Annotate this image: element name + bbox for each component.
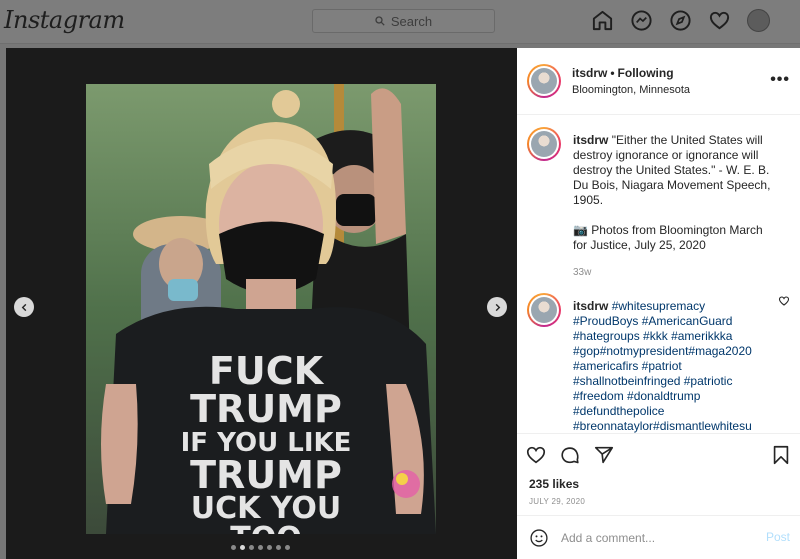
carousel-dot [285, 545, 290, 550]
post-date[interactable]: JULY 29, 2020 [529, 497, 585, 506]
post-details-panel: itsdrw • Following Bloomington, Minnesota … [517, 48, 800, 559]
like-comment-heart-icon[interactable] [778, 295, 790, 307]
comment-username[interactable]: itsdrw [573, 299, 608, 313]
shirt-line: TOO [156, 524, 376, 535]
shirt-line: FUCK [208, 349, 324, 393]
shirt-text: FUCK TRUMP IF YOU LIKE TRUMP UCK YOU TOO [156, 352, 376, 534]
next-arrow-button[interactable] [487, 297, 507, 317]
carousel-dot [231, 545, 236, 550]
profile-avatar[interactable] [747, 9, 770, 32]
comment-hashtags[interactable]: #whitesupremacy #ProudBoys #AmericanGuar… [573, 299, 752, 433]
explore-icon[interactable] [669, 9, 692, 32]
caption-age[interactable]: 33w [573, 265, 773, 280]
chevron-left-icon [21, 303, 26, 311]
caption-body: itsdrw "Either the United States will de… [573, 133, 773, 280]
top-navigation-bar: Instagram Search [0, 0, 800, 44]
caption-avatar[interactable] [527, 127, 561, 161]
shirt-line: UCK YOU [190, 491, 342, 526]
search-placeholder: Search [390, 13, 433, 29]
nav-icons [591, 9, 770, 32]
carousel-dot [258, 545, 263, 550]
add-comment-bar: Post [517, 515, 800, 559]
post-header: itsdrw • Following Bloomington, Minnesota … [517, 48, 800, 115]
post-media: FUCK TRUMP IF YOU LIKE TRUMP UCK YOU TOO [6, 48, 517, 559]
post-comment-button[interactable]: Post [766, 530, 790, 544]
activity-heart-icon[interactable] [708, 9, 731, 32]
author-avatar[interactable] [527, 64, 561, 98]
author-line: itsdrw • Following [572, 66, 674, 80]
carousel-dot [267, 545, 272, 550]
search-box[interactable]: Search [312, 9, 495, 33]
more-options-button[interactable]: ••• [770, 72, 790, 88]
like-heart-icon[interactable] [525, 444, 547, 466]
share-paper-plane-icon[interactable] [593, 444, 615, 466]
comment-input[interactable] [561, 529, 751, 547]
messenger-icon[interactable] [630, 9, 653, 32]
caption-text-2: 📷 Photos from Bloomington March for Just… [573, 223, 763, 252]
carousel-dot [240, 545, 245, 550]
carousel-dot [249, 545, 254, 550]
post-location[interactable]: Bloomington, Minnesota [572, 84, 690, 96]
like-count[interactable]: 235 likes [529, 477, 579, 491]
instagram-logo[interactable]: Instagram [4, 6, 125, 34]
shirt-line: TRUMP [190, 453, 342, 497]
carousel-indicator [231, 545, 290, 550]
chevron-right-icon [495, 303, 500, 311]
following-status[interactable]: Following [618, 66, 674, 80]
caption-username[interactable]: itsdrw [573, 133, 608, 147]
carousel-dot [276, 545, 281, 550]
post-actions: 235 likes JULY 29, 2020 [517, 433, 800, 515]
shirt-line: TRUMP [190, 387, 342, 431]
comment-avatar[interactable] [527, 293, 561, 327]
emoji-smiley-icon[interactable] [529, 528, 549, 548]
author-username[interactable]: itsdrw [572, 66, 607, 80]
search-icon [375, 16, 385, 26]
previous-arrow-button[interactable] [14, 297, 34, 317]
comment-body: itsdrw #whitesupremacy #ProudBoys #Ameri… [573, 299, 758, 433]
comment-bubble-icon[interactable] [559, 444, 581, 466]
comments-section[interactable]: itsdrw "Either the United States will de… [517, 115, 800, 433]
save-bookmark-icon[interactable] [770, 444, 792, 466]
post-modal: FUCK TRUMP IF YOU LIKE TRUMP UCK YOU TOO… [6, 48, 800, 559]
home-icon[interactable] [591, 9, 614, 32]
post-photo[interactable]: FUCK TRUMP IF YOU LIKE TRUMP UCK YOU TOO [86, 84, 436, 534]
